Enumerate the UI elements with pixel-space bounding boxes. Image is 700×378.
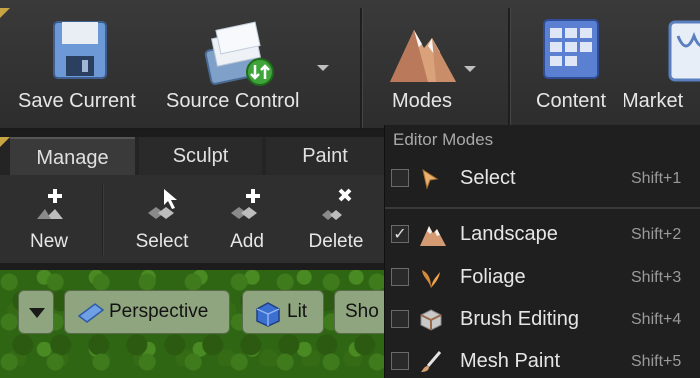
menu-item-foliage[interactable]: Foliage Shift+3 — [385, 258, 700, 298]
menu-item-shortcut: Shift+3 — [631, 269, 682, 286]
new-landscape-icon — [37, 189, 63, 219]
new-tool-label: New — [29, 231, 68, 252]
delete-tool-button[interactable]: Delete — [296, 175, 376, 263]
menu-item-shortcut: Shift+4 — [631, 311, 682, 328]
editor-window: Save Current Source Control Modes Conten… — [0, 0, 700, 378]
modes-label: Modes — [392, 90, 453, 112]
marketplace-bag-icon — [668, 20, 700, 82]
toolbar-divider — [360, 8, 363, 128]
marketplace-button[interactable]: Market — [624, 0, 700, 128]
corner-marker — [0, 8, 10, 18]
perspective-cube-icon — [77, 303, 105, 323]
select-tool-label: Select — [135, 231, 189, 252]
menu-item-label: Select — [460, 167, 516, 189]
lit-view-button[interactable]: Lit — [242, 290, 324, 334]
marketplace-label: Market — [624, 90, 684, 112]
menu-item-mesh-paint[interactable]: Mesh Paint Shift+5 — [385, 342, 700, 378]
menu-item-label: Mesh Paint — [460, 350, 561, 372]
corner-marker — [0, 137, 10, 147]
floppy-disk-icon — [53, 21, 107, 79]
chevron-down-icon — [29, 308, 45, 318]
lit-sphere-icon — [256, 302, 280, 327]
viewport-options-button[interactable] — [18, 290, 54, 334]
mesh-paint-mode-checkbox[interactable] — [391, 352, 409, 370]
menu-item-landscape[interactable]: ✓ Landscape Shift+2 — [385, 215, 700, 255]
tab-paint[interactable]: Paint — [266, 137, 384, 175]
select-mode-checkbox[interactable] — [391, 169, 409, 187]
source-control-button[interactable]: Source Control — [160, 0, 350, 128]
modes-dropdown-caret[interactable] — [464, 66, 476, 72]
menu-item-label: Foliage — [460, 266, 526, 288]
mountain-modes-icon — [390, 30, 456, 82]
menu-item-shortcut: Shift+1 — [631, 170, 682, 187]
menu-item-brush-editing[interactable]: Brush Editing Shift+4 — [385, 300, 700, 340]
source-control-dropdown-caret[interactable] — [317, 65, 329, 71]
select-tool-button[interactable]: Select — [124, 175, 200, 263]
brush-editing-mode-checkbox[interactable] — [391, 310, 409, 328]
menu-item-shortcut: Shift+2 — [631, 226, 682, 243]
menu-item-shortcut: Shift+5 — [631, 353, 682, 370]
mesh-paint-icon — [421, 351, 442, 372]
brush-editing-icon — [420, 309, 442, 331]
add-tool-button[interactable]: Add — [212, 175, 282, 263]
delete-component-icon — [322, 188, 352, 220]
select-arrow-icon — [422, 168, 439, 190]
foliage-icon — [422, 270, 440, 288]
modes-button[interactable]: Modes — [384, 0, 494, 128]
viewport[interactable]: Perspective Lit Sho — [0, 270, 386, 378]
menu-item-label: Brush Editing — [460, 308, 579, 330]
perspective-label: Perspective — [109, 301, 209, 322]
source-control-icon — [204, 21, 274, 86]
landscape-mode-checkbox[interactable]: ✓ — [391, 225, 409, 243]
show-flags-button[interactable]: Sho — [334, 290, 386, 334]
content-button[interactable]: Content — [530, 0, 630, 128]
delete-tool-label: Delete — [308, 231, 364, 252]
toolbar-divider — [508, 8, 511, 128]
menu-item-label: Landscape — [460, 223, 558, 245]
tab-sculpt[interactable]: Sculpt — [139, 137, 262, 175]
perspective-view-button[interactable]: Perspective — [64, 290, 230, 334]
save-current-button[interactable]: Save Current — [10, 0, 150, 128]
show-label: Sho — [345, 301, 379, 322]
editor-modes-title: Editor Modes — [393, 130, 494, 149]
content-label: Content — [536, 90, 607, 112]
tab-manage[interactable]: Manage — [10, 137, 135, 177]
landscape-mode-tabs: Manage Sculpt Paint — [0, 137, 384, 177]
select-component-icon — [148, 189, 177, 219]
new-tool-button[interactable]: New — [14, 175, 84, 263]
save-current-label: Save Current — [18, 90, 136, 112]
source-control-label: Source Control — [166, 90, 300, 112]
add-component-icon — [231, 189, 260, 219]
tools-divider — [102, 185, 104, 255]
manage-tools-bar: New Select Add Delete — [0, 175, 384, 263]
foliage-mode-checkbox[interactable] — [391, 268, 409, 286]
editor-modes-menu: Editor Modes Select Shift+1 ✓ Landscape … — [384, 125, 700, 378]
menu-item-select[interactable]: Select Shift+1 — [385, 159, 700, 199]
main-toolbar: Save Current Source Control Modes Conten… — [0, 0, 700, 130]
landscape-icon — [420, 226, 446, 246]
add-tool-label: Add — [230, 231, 264, 252]
lit-label: Lit — [287, 301, 308, 322]
menu-divider — [385, 207, 700, 209]
content-browser-icon — [543, 19, 599, 79]
